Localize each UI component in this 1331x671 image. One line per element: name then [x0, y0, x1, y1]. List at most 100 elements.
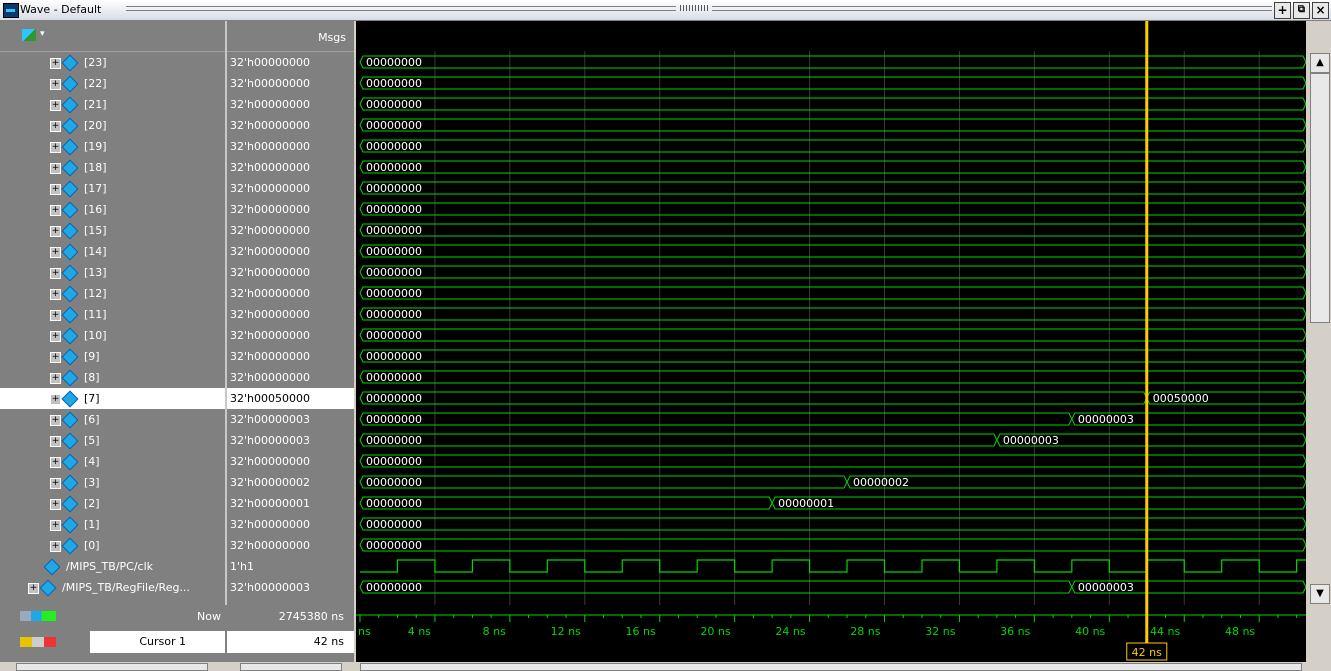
cursor-value[interactable]: 42 ns — [227, 631, 354, 653]
signal-row[interactable]: + [9] — [0, 346, 225, 367]
expand-icon[interactable]: + — [50, 57, 61, 69]
signal-diamond-icon — [61, 117, 79, 135]
timeline-label: 16 ns — [626, 625, 656, 638]
signal-row[interactable]: + [20] — [0, 115, 225, 136]
expand-icon[interactable]: + — [50, 120, 61, 132]
expand-icon[interactable]: + — [50, 99, 61, 111]
signal-name: [17] — [84, 182, 107, 195]
signal-row[interactable]: + [7] — [0, 388, 225, 409]
signal-value: 32'h00000002 — [230, 476, 310, 489]
undock-icon[interactable]: ⧉ — [1293, 2, 1310, 19]
now-icon — [20, 611, 56, 621]
signal-row[interactable]: + [8] — [0, 367, 225, 388]
expand-icon[interactable]: + — [50, 225, 61, 237]
expand-icon[interactable]: + — [50, 288, 61, 300]
close-icon[interactable]: × — [1312, 2, 1329, 19]
expand-icon[interactable]: + — [50, 309, 61, 321]
bus-segment: 00000000 — [359, 475, 848, 489]
signal-row[interactable]: + [16] — [0, 199, 225, 220]
expand-icon[interactable]: + — [50, 456, 61, 468]
expand-icon[interactable]: + — [28, 582, 39, 594]
wave-hscrollbar[interactable] — [360, 663, 1302, 671]
vertical-scrollbar[interactable]: ▲ ▼ — [1307, 21, 1331, 605]
signal-value: 32'h00000003 — [230, 413, 310, 426]
scroll-down-icon[interactable]: ▼ — [1310, 584, 1330, 604]
signal-row[interactable]: + [6] — [0, 409, 225, 430]
waveform-pane[interactable]: 00000000 00000000 00000000 00000000 00000000… — [356, 21, 1307, 605]
bus-outline — [359, 76, 1307, 90]
bus-value-label: 00000000 — [366, 203, 422, 216]
signal-diamond-icon — [61, 369, 79, 387]
signal-row[interactable]: + [22] — [0, 73, 225, 94]
signal-name: [7] — [84, 392, 100, 405]
bus-value-label: 00000000 — [366, 434, 422, 447]
expand-icon[interactable]: + — [50, 78, 61, 90]
bus-segment: 00000000 — [359, 538, 1307, 552]
bus-outline — [359, 223, 1307, 237]
signal-diamond-icon — [61, 54, 79, 72]
expand-icon[interactable]: + — [50, 435, 61, 447]
wave-add-icon[interactable] — [22, 29, 36, 41]
signal-row[interactable]: + [2] — [0, 493, 225, 514]
bus-segment: 00050000 — [1146, 391, 1307, 405]
expand-icon[interactable]: + — [50, 414, 61, 426]
bus-value-label: 00000003 — [1078, 581, 1134, 594]
expand-icon[interactable]: + — [50, 498, 61, 510]
value-hscrollbar[interactable] — [240, 663, 342, 671]
expand-icon[interactable]: + — [50, 204, 61, 216]
timeline[interactable]: ns 4 ns 8 ns 12 ns 16 ns 20 ns 24 ns 28 ns 32 ns… — [356, 605, 1306, 662]
bus-value-label: 00000000 — [366, 350, 422, 363]
signal-diamond-icon — [61, 516, 79, 534]
expand-icon[interactable]: + — [50, 267, 61, 279]
signal-row[interactable]: + [17] — [0, 178, 225, 199]
signal-row[interactable]: + [13] — [0, 262, 225, 283]
expand-icon[interactable]: + — [50, 477, 61, 489]
expand-icon[interactable]: + — [50, 519, 61, 531]
drag-handle-icon[interactable] — [680, 5, 708, 11]
signal-row[interactable]: + /MIPS_TB/RegFile/Reg... — [0, 577, 225, 598]
signal-row[interactable]: + [4] — [0, 451, 225, 472]
name-hscrollbar[interactable] — [16, 663, 208, 671]
signal-value: 32'h00000000 — [230, 350, 310, 363]
timeline-canvas[interactable]: ns 4 ns 8 ns 12 ns 16 ns 20 ns 24 ns 28 ns 32 ns… — [356, 605, 1306, 662]
signal-row[interactable]: + [15] — [0, 220, 225, 241]
expand-icon[interactable]: + — [50, 372, 61, 384]
signal-row[interactable]: + [12] — [0, 283, 225, 304]
expand-icon[interactable]: + — [50, 162, 61, 174]
signal-row[interactable]: + [3] — [0, 472, 225, 493]
signal-row[interactable]: + [14] — [0, 241, 225, 262]
signal-row[interactable]: + [23] — [0, 52, 225, 73]
expand-icon[interactable]: + — [50, 246, 61, 258]
signal-row[interactable]: + [21] — [0, 94, 225, 115]
waveform-canvas[interactable]: 00000000 00000000 00000000 00000000 00000000… — [356, 21, 1307, 605]
bus-value-label: 00000000 — [366, 581, 422, 594]
expand-icon[interactable]: + — [50, 351, 61, 363]
scroll-up-icon[interactable]: ▲ — [1310, 53, 1330, 73]
chevron-down-icon[interactable]: ▾ — [40, 29, 45, 39]
timeline-label: 48 ns — [1225, 625, 1255, 638]
add-icon[interactable]: + — [1274, 2, 1291, 19]
signal-diamond-icon — [61, 75, 79, 93]
expand-icon[interactable]: + — [50, 330, 61, 342]
signal-diamond-icon — [61, 180, 79, 198]
signal-row[interactable]: + [5] — [0, 430, 225, 451]
scroll-thumb[interactable] — [1310, 73, 1330, 323]
cursor-tools-icon[interactable] — [20, 637, 56, 647]
signal-row[interactable]: + [11] — [0, 304, 225, 325]
expand-icon[interactable]: + — [50, 141, 61, 153]
signal-row[interactable]: + [19] — [0, 136, 225, 157]
signal-row[interactable]: + [10] — [0, 325, 225, 346]
signal-row[interactable]: /MIPS_TB/PC/clk — [0, 556, 225, 577]
signal-row[interactable]: + [18] — [0, 157, 225, 178]
signal-name: [16] — [84, 203, 107, 216]
signal-row[interactable]: + [0] — [0, 535, 225, 556]
expand-icon[interactable]: + — [50, 540, 61, 552]
cursor-name[interactable]: Cursor 1 — [90, 631, 225, 653]
expand-icon[interactable]: + — [50, 183, 61, 195]
signal-value: 32'h00000000 — [230, 308, 310, 321]
expand-icon[interactable]: + — [50, 393, 61, 405]
signal-row[interactable]: + [1] — [0, 514, 225, 535]
signal-name: [10] — [84, 329, 107, 342]
bus-value-label: 00000000 — [366, 224, 422, 237]
bus-value-label: 00000000 — [366, 119, 422, 132]
